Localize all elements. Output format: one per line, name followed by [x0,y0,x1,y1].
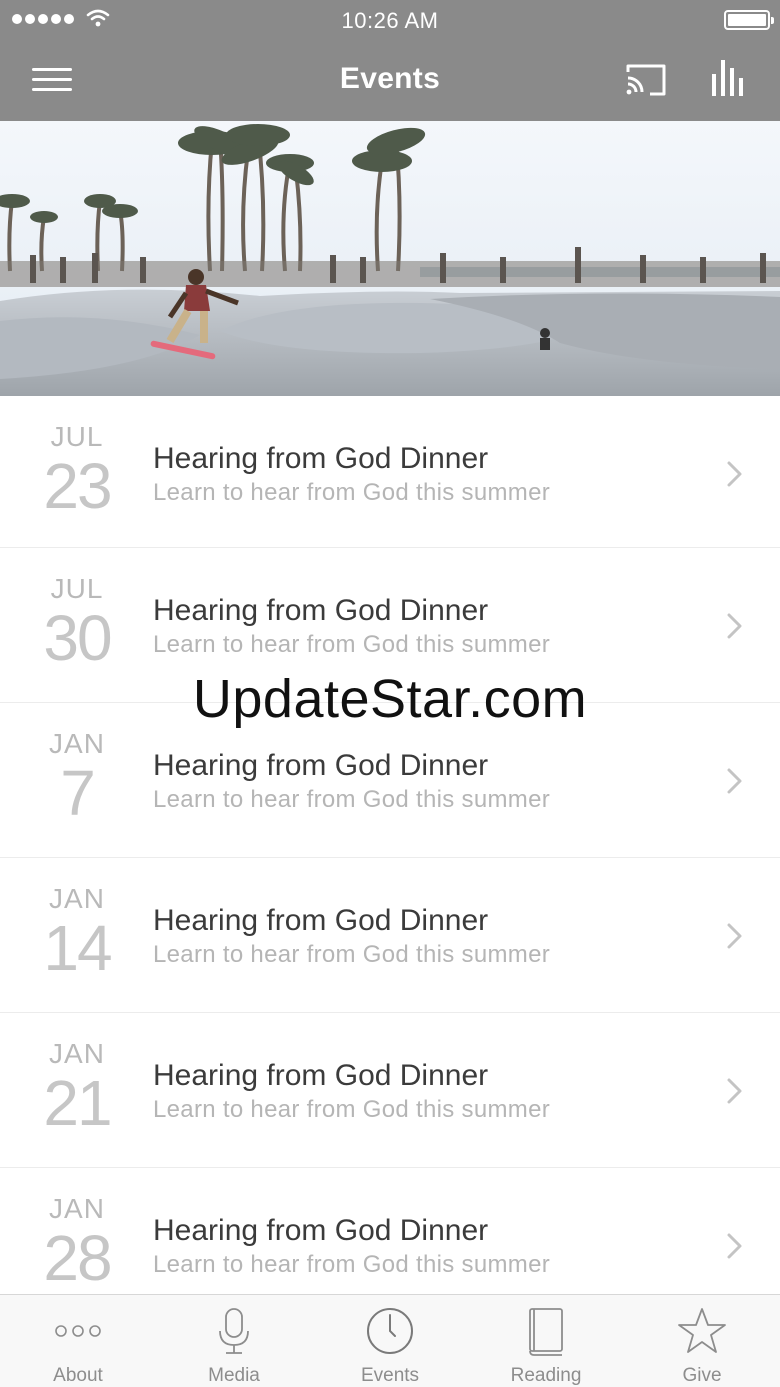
event-title: Hearing from God Dinner [153,1059,489,1092]
tab-media[interactable]: Media [156,1295,312,1387]
event-month: JAN [49,1038,105,1069]
chevron-right-icon [727,768,742,794]
event-month: JAN [49,883,105,914]
event-title: Hearing from God Dinner [153,442,489,475]
chevron-right-icon [727,923,742,949]
navigation-bar: Events [0,40,780,121]
event-month: JUL [50,573,104,604]
events-list: JUL 23 Hearing from God Dinner Learn to … [0,396,780,1294]
chevron-right-icon [727,461,742,487]
event-title: Hearing from God Dinner [153,904,489,937]
event-row[interactable]: JUL 23 Hearing from God Dinner Learn to … [0,396,780,548]
tab-give[interactable]: Give [624,1295,780,1387]
status-time: 10:26 AM [341,8,439,33]
event-subtitle: Learn to hear from God this summer [153,941,551,968]
event-date: JAN 21 [0,1038,154,1139]
event-row[interactable]: JAN 21 Hearing from God Dinner Learn to … [0,1013,780,1168]
event-day: 21 [43,1067,112,1139]
event-subtitle: Learn to hear from God this summer [153,479,551,506]
event-subtitle: Learn to hear from God this summer [153,786,551,813]
chevron-right-icon [727,613,742,639]
battery-icon [724,10,774,30]
event-day: 28 [43,1222,112,1294]
event-date: JUL 23 [0,421,154,522]
tab-label: Events [360,1365,420,1386]
more-dots-icon [55,1325,101,1337]
status-bar: 10:26 AM [0,0,780,40]
tab-label: Media [208,1365,260,1386]
tab-bar: About Media Events Reading Give [0,1294,780,1387]
chevron-right-icon [727,1078,742,1104]
event-title: Hearing from God Dinner [153,1214,489,1247]
event-date: JAN 14 [0,883,154,984]
event-title: Hearing from God Dinner [153,594,489,627]
tab-events[interactable]: Events [312,1295,468,1387]
event-date: JAN 28 [0,1193,154,1294]
event-day: 23 [43,450,112,522]
microphone-icon [219,1308,249,1354]
event-row[interactable]: JUL 30 Hearing from God Dinner Learn to … [0,548,780,703]
tab-label: About [53,1365,103,1386]
clock-icon [367,1308,413,1354]
event-subtitle: Learn to hear from God this summer [153,1096,551,1123]
hero-image [0,121,780,396]
event-month: JAN [49,1193,105,1224]
event-month: JUL [50,421,104,452]
event-date: JAN 7 [0,728,154,829]
event-row[interactable]: JAN 28 Hearing from God Dinner Learn to … [0,1168,780,1294]
event-row[interactable]: JAN 7 Hearing from God Dinner Learn to h… [0,703,780,858]
event-date: JUL 30 [0,573,154,674]
book-icon [529,1308,563,1356]
cast-icon[interactable] [624,62,668,98]
tab-reading[interactable]: Reading [468,1295,624,1387]
event-day: 7 [60,757,96,829]
tab-about[interactable]: About [0,1295,156,1387]
tab-label: Give [682,1365,722,1386]
event-day: 14 [43,912,112,984]
event-row[interactable]: JAN 14 Hearing from God Dinner Learn to … [0,858,780,1013]
event-month: JAN [49,728,105,759]
chevron-right-icon [727,1233,742,1259]
tab-label: Reading [510,1365,582,1386]
event-day: 30 [43,602,112,674]
bar-chart-icon[interactable] [710,58,748,98]
event-subtitle: Learn to hear from God this summer [153,1251,551,1278]
event-title: Hearing from God Dinner [153,749,489,782]
star-icon [678,1308,726,1353]
event-subtitle: Learn to hear from God this summer [153,631,551,658]
